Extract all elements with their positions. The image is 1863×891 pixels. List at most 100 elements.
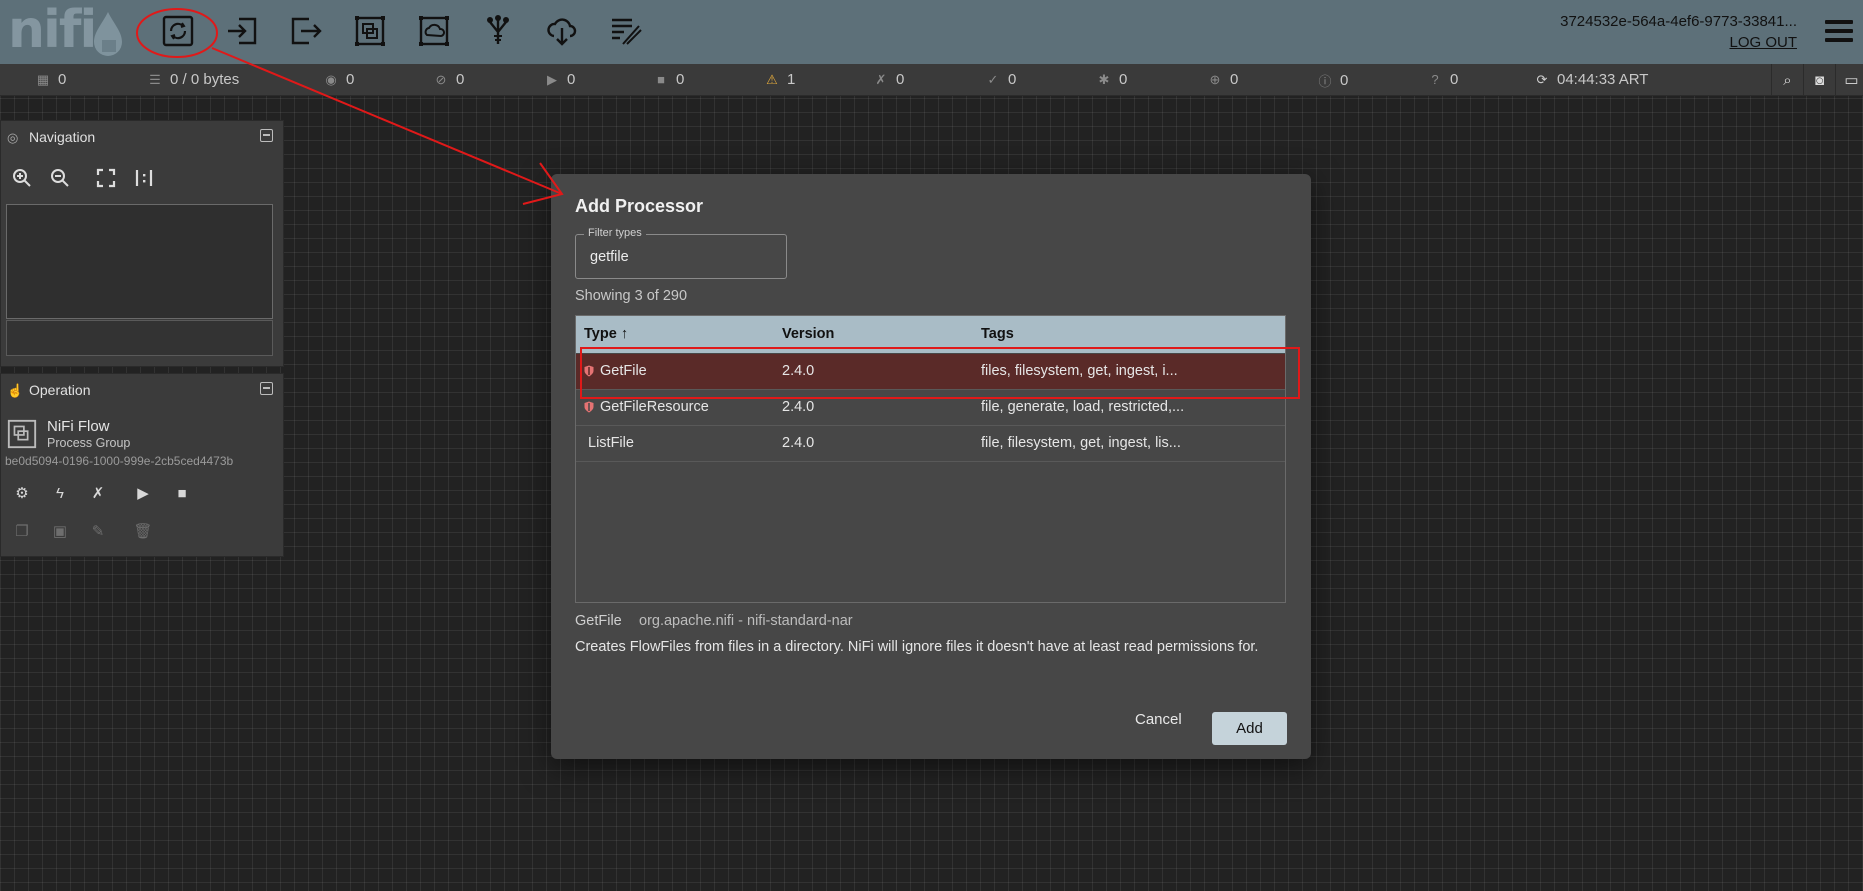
cloud-download-icon (547, 18, 577, 46)
list-icon: ☰ (149, 71, 161, 87)
logout-link[interactable]: LOG OUT (1729, 34, 1797, 51)
actual-size-icon (135, 170, 153, 186)
asterisk-icon: ✱ (1098, 71, 1110, 87)
group-icon: ▣ (52, 523, 68, 540)
warning-icon: ⚠ (766, 71, 778, 87)
change-color-button[interactable]: ✎ (87, 520, 109, 542)
table-row[interactable]: ListFile 2.4.0 file, filesystem, get, in… (576, 426, 1285, 462)
arrow-up-circle-icon: ⊕ (1209, 71, 1221, 87)
add-label-button[interactable] (604, 10, 648, 52)
selected-processor-description: Creates FlowFiles from files in a direct… (575, 639, 1259, 655)
process-group-icon (7, 419, 37, 449)
disable-button[interactable]: ✗ (87, 482, 109, 504)
restricted-shield-icon (584, 401, 594, 413)
cluster-status: ▦ 0 (36, 71, 67, 88)
input-port-icon (228, 17, 257, 45)
info-icon: ⓘ (1318, 74, 1332, 89)
running-status: ▶ 0 (547, 71, 576, 88)
stop-icon: ■ (657, 72, 665, 87)
disabled-status: ✗ 0 (875, 71, 905, 88)
operation-component-name: NiFi Flow (47, 418, 110, 435)
check-icon: ✓ (987, 71, 999, 87)
compass-icon: ◎ (7, 130, 19, 145)
filter-types-label: Filter types (584, 227, 646, 239)
search-icon: ⌕ (1783, 71, 1792, 89)
grid-icon: ▦ (36, 71, 50, 87)
flow-configuration-history-button[interactable]: ◙ (1803, 64, 1835, 96)
funnel-icon (487, 15, 509, 44)
transmitting-status: ◉ 0 (325, 71, 355, 88)
sync-failure-status: ? 0 (1428, 71, 1458, 88)
add-processor-button[interactable] (156, 10, 200, 52)
column-header-tags[interactable]: Tags (981, 326, 1014, 342)
invalid-status: ⚠ 1 (766, 71, 796, 88)
refresh-icon[interactable]: ⟳ (1535, 72, 1549, 88)
locally-modified-stale-status: ⓘ 0 (1318, 72, 1349, 89)
operation-component-type: Process Group (47, 436, 131, 450)
stale-status: ⊕ 0 (1209, 71, 1239, 88)
processor-icon (162, 15, 194, 47)
copy-icon: ❐ (15, 523, 29, 540)
flow-status-bar: ▦ 0 ☰ 0 / 0 bytes ◉ 0 ⊘ 0 ▶ 0 ■ 0 ⚠ 1 ✗ 0 ✓ 0 ✱ 0 … (0, 64, 1863, 96)
cancel-button[interactable]: Cancel (1135, 711, 1182, 728)
operation-collapse-button[interactable] (260, 382, 273, 395)
results-count: Showing 3 of 290 (575, 288, 688, 304)
sticky-note-icon: ▭ (1844, 72, 1859, 89)
add-processor-dialog: Add Processor Filter types Showing 3 of … (551, 174, 1311, 759)
selected-processor-bundle: org.apache.nifi - nifi-standard-nar (639, 613, 853, 629)
remote-process-group-icon (419, 16, 449, 46)
camera-icon: ◙ (1814, 71, 1825, 89)
sort-ascending-icon: ↑ (620, 326, 629, 342)
add-process-group-button[interactable] (348, 10, 392, 52)
nifi-logo: nifi (8, 0, 126, 60)
bullseye-icon: ◉ (325, 71, 337, 87)
copy-button[interactable]: ❐ (11, 520, 33, 542)
cell-type: GetFileResource (600, 399, 709, 415)
stop-button[interactable]: ■ (171, 482, 193, 504)
expand-icon (96, 168, 116, 188)
global-menu-button[interactable] (1825, 20, 1853, 44)
bulletin-board-button[interactable]: ▭ (1835, 64, 1863, 96)
zoom-out-button[interactable] (48, 166, 72, 190)
locally-modified-status: ✱ 0 (1098, 71, 1128, 88)
add-output-port-button[interactable] (284, 10, 328, 52)
add-funnel-button[interactable] (476, 10, 520, 52)
play-icon: ▶ (547, 71, 557, 87)
disabled-icon: ✗ (875, 71, 887, 87)
stop-icon: ■ (177, 484, 187, 502)
filter-types-input[interactable] (590, 246, 775, 268)
app-header: nifi 3724532e-564a-4ef6-9773-33841... LO… (0, 0, 1863, 64)
birdseye-view[interactable] (6, 204, 273, 319)
delete-button[interactable]: 🗑 (132, 520, 154, 542)
column-header-type[interactable]: Type ↑ (584, 326, 628, 342)
cell-version: 2.4.0 (782, 435, 815, 451)
configure-button[interactable]: ⚙ (11, 482, 33, 504)
refresh-status[interactable]: ⟳ 04:44:33 ART (1535, 71, 1649, 88)
label-icon (612, 18, 642, 45)
zoom-actual-size-button[interactable] (132, 166, 156, 190)
group-button[interactable]: ▣ (49, 520, 71, 542)
navigation-collapse-button[interactable] (260, 129, 273, 142)
column-header-version[interactable]: Version (782, 326, 834, 342)
zoom-in-button[interactable] (10, 166, 34, 190)
enable-button[interactable]: ϟ (49, 482, 71, 504)
add-input-port-button[interactable] (220, 10, 264, 52)
operation-title: Operation (29, 382, 91, 398)
search-button[interactable]: ⌕ (1771, 64, 1803, 96)
selected-processor-name: GetFile (575, 613, 622, 629)
gear-icon: ⚙ (15, 485, 29, 502)
hand-pointer-icon: ☝ (7, 383, 24, 398)
up-to-date-status: ✓ 0 (987, 71, 1017, 88)
add-remote-process-group-button[interactable] (412, 10, 456, 52)
operation-component-id: be0d5094-0196-1000-999e-2cb5ced4473b (5, 454, 234, 468)
filter-types-field[interactable]: Filter types (575, 227, 787, 279)
cell-version: 2.4.0 (782, 399, 815, 415)
add-template-button[interactable] (540, 10, 584, 52)
cell-tags: file, generate, load, restricted,... (981, 399, 1185, 415)
output-port-icon (291, 17, 322, 45)
logo-text: nifi (8, 0, 97, 60)
zoom-fit-button[interactable] (94, 166, 118, 190)
current-user-id: 3724532e-564a-4ef6-9773-33841... (1560, 13, 1797, 30)
start-button[interactable]: ▶ (132, 482, 154, 504)
add-button[interactable]: Add (1212, 712, 1287, 745)
